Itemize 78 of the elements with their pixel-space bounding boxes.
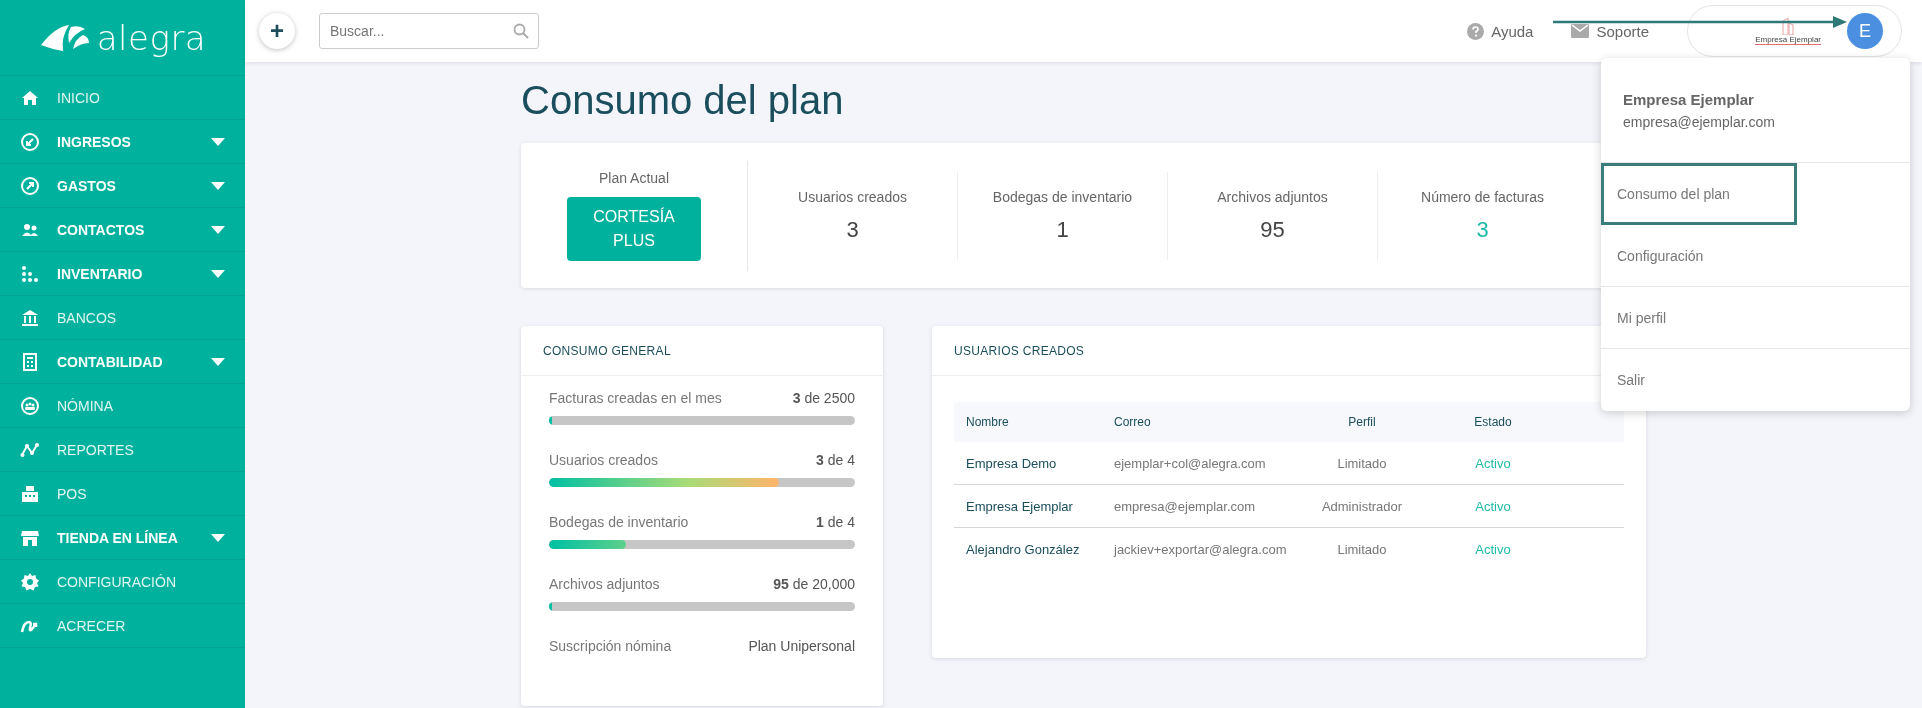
sidebar-item[interactable]: CONFIGURACIÓN [0, 560, 245, 604]
support-link[interactable]: Soporte [1596, 22, 1649, 40]
meter-reading: 3 de 4 [816, 452, 855, 468]
menu-item[interactable]: Mi perfil [1601, 287, 1910, 349]
stat-label: Usuarios creados [798, 188, 907, 205]
bank-icon [20, 307, 40, 328]
account-name: Empresa Ejemplar [1623, 90, 1755, 108]
group-circle-icon [20, 395, 40, 416]
menu-item[interactable]: Consumo del plan [1601, 163, 1797, 225]
sidebar-item[interactable]: POS [0, 472, 245, 516]
table-cell-text: Empresa Ejemplar [966, 498, 1074, 514]
stat-value: 3 [846, 216, 859, 243]
sidebar-item[interactable]: INGRESOS [0, 120, 245, 164]
sidebar-item[interactable]: TIENDA EN LÍNEA [0, 516, 245, 560]
plan-label: Plan Actual [598, 170, 670, 186]
sidebar-item[interactable]: REPORTES [0, 428, 245, 472]
stat-value: 1 [1056, 216, 1069, 243]
help-icon [1467, 22, 1485, 40]
meter-reading: 1 de 4 [816, 514, 855, 530]
table-cell-text: Activo [1474, 455, 1512, 471]
sidebar-item[interactable]: NÓMINA [0, 384, 245, 428]
sidebar-item[interactable]: INICIO [0, 76, 245, 120]
logo-icon [38, 22, 91, 53]
sidebar-item[interactable]: CONTACTOS [0, 208, 245, 252]
company-name: Empresa Ejemplar [1755, 35, 1821, 44]
subscription-value: Plan Unipersonal [748, 638, 855, 654]
table-cell-text: jackiev+exportar@alegra.com [1114, 541, 1288, 557]
table-cell-text: ejemplar+col@alegra.com [1114, 455, 1267, 471]
table-cell-text: Alejandro González [966, 541, 1081, 557]
menu-item[interactable]: Configuración [1601, 225, 1910, 287]
add-button[interactable]: + [259, 13, 295, 49]
search-field[interactable]: Buscar... [319, 13, 539, 49]
meter-reading: 95 de 20,000 [773, 576, 855, 592]
table-cell-text: Empresa Demo [966, 455, 1058, 471]
search-icon [513, 23, 529, 39]
card-title: CONSUMO GENERAL [543, 343, 671, 358]
sidebar-item[interactable]: GASTOS [0, 164, 245, 208]
table-cell-text: Activo [1474, 498, 1512, 514]
dots-grid-icon [20, 263, 40, 284]
arrow-circle-icon [20, 175, 40, 196]
table-cell-text: Limitado [1336, 455, 1388, 471]
avatar[interactable]: E [1847, 13, 1883, 49]
stat-label: Bodegas de inventario [992, 188, 1133, 205]
meter-label: Archivos adjuntos [549, 576, 660, 592]
sidebar-item[interactable]: BANCOS [0, 296, 245, 340]
meter-label: Facturas creadas en el mes [549, 390, 722, 406]
help-link[interactable]: Ayuda [1491, 22, 1534, 40]
account-email: empresa@ejemplar.com [1623, 113, 1776, 130]
meter-label: Usuarios creados [549, 452, 658, 468]
meter-reading: 3 de 2500 [792, 390, 855, 406]
mail-icon [1571, 24, 1590, 38]
column-header: Perfil [1347, 415, 1377, 429]
building-icon [1781, 17, 1796, 35]
column-header: Correo [1114, 415, 1152, 429]
page-title: Consumo del plan [521, 77, 844, 124]
column-header: Estado [1473, 415, 1513, 429]
stat-label: Archivos adjuntos [1217, 188, 1328, 205]
table-cell-text: empresa@ejemplar.com [1114, 498, 1257, 514]
sidebar-item[interactable]: CONTABILIDAD [0, 340, 245, 384]
logo-wordmark: alegra [96, 17, 207, 58]
calculator-icon [20, 351, 40, 372]
column-header: Nombre [966, 415, 1010, 429]
stat-value: 3 [1476, 216, 1489, 243]
menu-item[interactable]: Salir [1601, 349, 1910, 411]
gear-icon [20, 571, 40, 592]
table-cell-text: Activo [1474, 541, 1512, 557]
sidebar-item[interactable]: INVENTARIO [0, 252, 245, 296]
plan-button[interactable]: CORTESÍA PLUS [567, 197, 701, 261]
meter-label: Suscripción nómina [549, 638, 672, 654]
register-icon [20, 483, 40, 504]
table-cell-text: Limitado [1336, 541, 1388, 557]
table-cell-text: Administrador [1320, 498, 1404, 514]
stat-value: 95 [1260, 216, 1285, 243]
sidebar-item[interactable]: ACRECER [0, 604, 245, 648]
card-title: USUARIOS CREADOS [954, 343, 1085, 358]
stat-label: Número de facturas [1421, 188, 1544, 205]
meter-label: Bodegas de inventario [549, 514, 689, 530]
arrow-circle-icon [20, 131, 40, 152]
